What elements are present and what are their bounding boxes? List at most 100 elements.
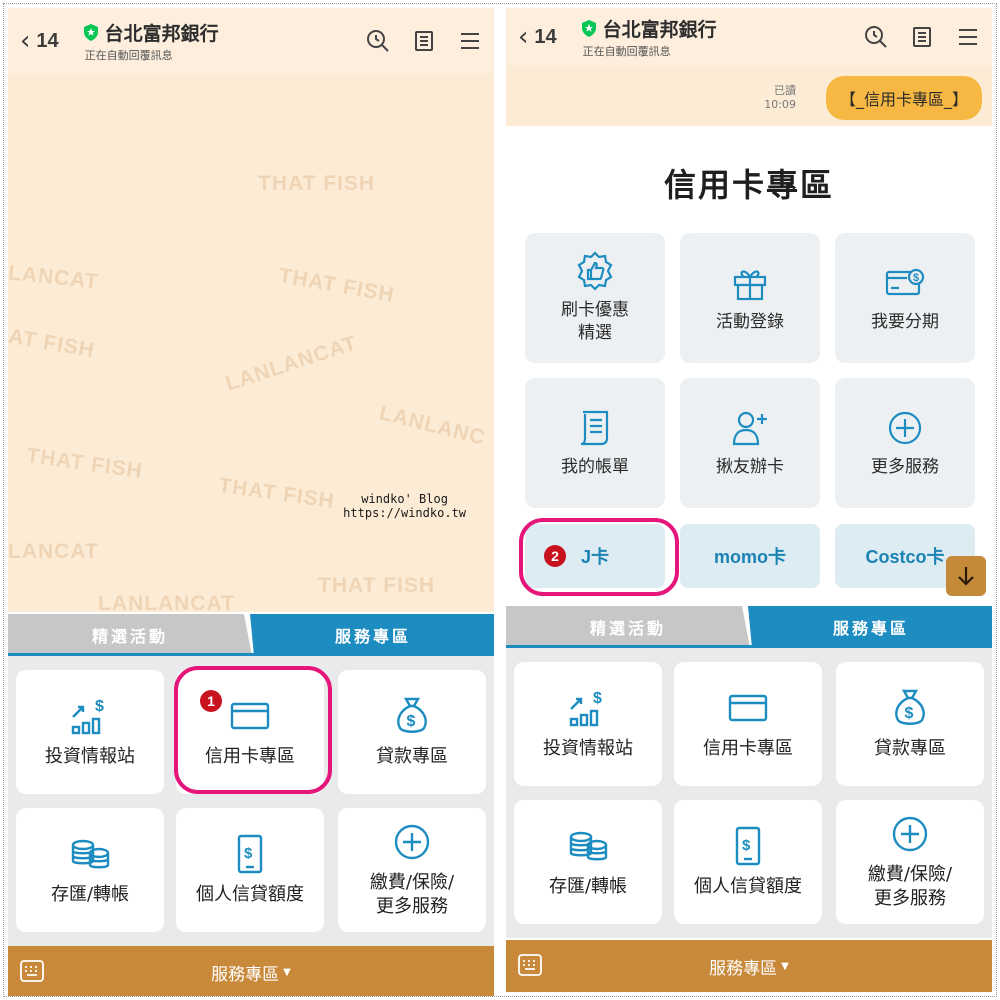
credit-card-flex-message: 信用卡專區 刷卡優惠 精選 活動登錄 $ 我要分期 我的帳單 揪友辦卡 更多服務…: [506, 126, 992, 600]
menu-item-loan[interactable]: $ 貸款專區: [836, 662, 984, 786]
notes-icon[interactable]: [910, 25, 934, 49]
svg-text:$: $: [593, 690, 602, 707]
menu-item-investment[interactable]: $ 投資情報站: [514, 662, 662, 786]
menu-item-label: 存匯/轉帳: [548, 876, 628, 897]
message-time: 10:09: [764, 98, 796, 111]
add-friend-icon: [732, 411, 767, 445]
bottom-bar-label: 服務專區: [211, 964, 280, 985]
svg-text:$: $: [913, 272, 919, 284]
back-button[interactable]: ‹ 14: [518, 24, 557, 50]
menu-item-label: 存匯/轉帳: [50, 884, 130, 905]
menu-item-label: 繳費/保險/ 更多服務: [369, 872, 455, 917]
highlight-frame: [174, 666, 332, 794]
menu-item-deposit-transfer[interactable]: 存匯/轉帳: [16, 808, 164, 932]
verified-shield-icon: [581, 20, 596, 37]
svg-text:$: $: [95, 698, 104, 715]
tile-label: 活動登錄: [716, 311, 784, 332]
tile-more-services[interactable]: 更多服務: [835, 378, 975, 508]
tab-services[interactable]: 服務專區: [250, 614, 494, 656]
rich-menu-grid: $ 投資情報站 信用卡專區 $ 貸款專區 存匯/轉帳 $ 個人信貸額度 繳費/保…: [8, 656, 494, 946]
rich-menu-tabs: 精選活動 服務專區: [8, 614, 494, 656]
menu-item-label: 個人信貸額度: [694, 876, 802, 897]
menu-item-label: 貸款專區: [874, 738, 946, 759]
menu-item-deposit-transfer[interactable]: 存匯/轉帳: [514, 800, 662, 924]
notes-icon[interactable]: [412, 29, 436, 53]
card-installment-icon: $: [885, 268, 925, 295]
menu-item-label: 投資情報站: [543, 738, 633, 759]
svg-text:$: $: [905, 705, 914, 722]
read-receipt: 已讀: [774, 84, 796, 97]
svg-text:$: $: [742, 837, 751, 854]
tile-label: 刷卡優惠 精選: [561, 300, 629, 343]
blog-watermark: windko' Blog https://windko.tw: [343, 492, 466, 520]
scroll-to-bottom-button[interactable]: [946, 556, 986, 596]
screenshot-comparison: ‹ 14 台北富邦銀行 正在自動回覆訊息 THAT FISH LANCAT TH…: [0, 0, 1000, 1000]
rich-menu-toggle-bar[interactable]: 服務專區 ▼: [8, 946, 494, 996]
coins-stack-icon: [569, 831, 608, 861]
wallpaper-text: LANCAT: [8, 261, 100, 294]
message-status: 已讀 10:09: [764, 84, 796, 112]
chat-header: ‹ 14 台北富邦銀行 正在自動回覆訊息: [506, 8, 992, 66]
coins-stack-icon: [71, 839, 110, 869]
menu-item-label: 投資情報站: [45, 746, 135, 767]
menu-item-personal-loan[interactable]: $ 個人信貸額度: [176, 808, 324, 932]
wallpaper-text: LANLANC: [376, 401, 488, 450]
rich-menu-toggle-bar[interactable]: 服務專區 ▼: [506, 940, 992, 992]
phone-screen-left: ‹ 14 台北富邦銀行 正在自動回覆訊息 THAT FISH LANCAT TH…: [8, 8, 494, 996]
tile-installment[interactable]: $ 我要分期: [835, 233, 975, 363]
wallpaper-text: AT FISH: [8, 324, 97, 363]
tile-event-registration[interactable]: 活動登錄: [680, 233, 820, 363]
wallpaper-text: LANLANCAT: [222, 331, 360, 396]
chart-up-dollar-icon: $: [71, 698, 104, 735]
wallpaper-text: THAT FISH: [25, 443, 145, 484]
rich-menu-tabs: 精選活動 服務專區: [506, 606, 992, 648]
menu-item-label: 個人信貸額度: [196, 884, 304, 905]
tab-services[interactable]: 服務專區: [748, 606, 992, 648]
panel-title: 信用卡專區: [663, 166, 834, 204]
step-badge: 2: [544, 545, 566, 567]
bottom-bar-label: 服務專區: [709, 958, 778, 979]
plus-circle-icon: [888, 411, 922, 444]
card-type-momo-card[interactable]: momo卡: [680, 524, 820, 588]
svg-text:$: $: [244, 845, 253, 862]
menu-icon[interactable]: [956, 25, 980, 49]
keyboard-icon[interactable]: [518, 954, 542, 976]
chat-title-block: 台北富邦銀行 正在自動回覆訊息: [83, 19, 219, 63]
tile-refer-friend[interactable]: 揪友辦卡: [680, 378, 820, 508]
rich-menu-grid: $ 投資情報站 信用卡專區 $ 貸款專區 存匯/轉帳 $ 個人信貸額度 繳費/保…: [506, 648, 992, 938]
tab-featured[interactable]: 精選活動: [8, 614, 252, 656]
wallpaper-text: THAT FISH: [217, 473, 337, 514]
blog-name: windko' Blog: [361, 492, 448, 506]
chat-background: THAT FISH LANCAT THAT FISH AT FISH LANLA…: [8, 74, 494, 612]
phone-dollar-icon: $: [735, 826, 761, 866]
menu-item-more-services[interactable]: 繳費/保險/ 更多服務: [338, 808, 486, 932]
wallpaper-text: THAT FISH: [276, 264, 397, 308]
gift-icon: [733, 269, 767, 300]
menu-item-credit-card[interactable]: 信用卡專區: [674, 662, 822, 786]
search-icon[interactable]: [864, 25, 888, 49]
chat-header: ‹ 14 台北富邦銀行 正在自動回覆訊息: [8, 8, 494, 74]
wallpaper-text: THAT FISH: [258, 172, 376, 195]
tile-card-offers[interactable]: 刷卡優惠 精選: [525, 233, 665, 363]
phone-dollar-icon: $: [237, 834, 263, 874]
tile-my-bill[interactable]: 我的帳單: [525, 378, 665, 508]
menu-item-more-services[interactable]: 繳費/保險/ 更多服務: [836, 800, 984, 924]
bill-icon: [580, 410, 609, 445]
svg-text:$: $: [407, 713, 416, 730]
menu-item-label: 繳費/保險/ 更多服務: [867, 864, 953, 909]
menu-item-label: 貸款專區: [376, 746, 448, 767]
money-bag-icon: $: [397, 697, 427, 733]
chat-title: 台北富邦銀行: [104, 23, 219, 45]
menu-icon[interactable]: [458, 29, 482, 53]
chat-title: 台北富邦銀行: [602, 19, 717, 41]
highlight-frame: [519, 518, 679, 596]
search-icon[interactable]: [366, 29, 390, 53]
plus-circle-icon: [394, 824, 430, 860]
menu-item-personal-loan[interactable]: $ 個人信貸額度: [674, 800, 822, 924]
menu-item-loan[interactable]: $ 貸款專區: [338, 670, 486, 794]
back-button[interactable]: ‹ 14: [20, 28, 59, 54]
menu-item-investment[interactable]: $ 投資情報站: [16, 670, 164, 794]
keyboard-icon[interactable]: [20, 960, 44, 982]
chevron-left-icon: ‹: [20, 26, 31, 56]
tab-featured[interactable]: 精選活動: [506, 606, 750, 648]
